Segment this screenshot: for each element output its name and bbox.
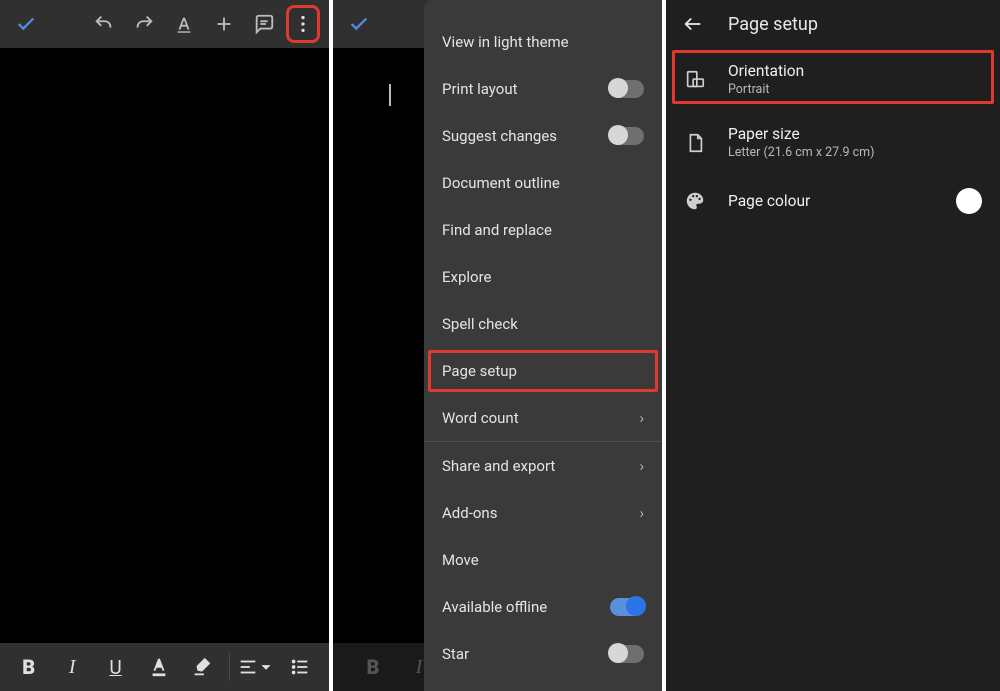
menu-label: Available offline — [442, 598, 547, 616]
insert-icon[interactable] — [206, 6, 242, 42]
menu-share-export[interactable]: Share and export › — [424, 442, 662, 489]
page-colour-texts: Page colour — [728, 192, 934, 210]
menu-label: Word count — [442, 409, 519, 427]
menu-spell-check[interactable]: Spell check — [424, 300, 662, 347]
list-icon[interactable] — [280, 649, 321, 685]
palette-icon — [684, 190, 706, 212]
menu-label: Suggest changes — [442, 127, 557, 145]
page-colour-title: Page colour — [728, 192, 934, 210]
bold-icon[interactable]: B — [8, 649, 49, 685]
align-icon[interactable] — [236, 649, 277, 685]
menu-label: Star — [442, 645, 469, 663]
menu-document-outline[interactable]: Document outline — [424, 159, 662, 206]
undo-icon[interactable] — [86, 6, 122, 42]
menu-suggest-changes[interactable]: Suggest changes — [424, 112, 662, 159]
menu-label: Add-ons — [442, 504, 497, 522]
bold-icon: B — [351, 649, 395, 685]
paper-size-icon — [684, 132, 706, 154]
menu-available-offline[interactable]: Available offline — [424, 583, 662, 630]
toolbar-separator — [229, 653, 230, 681]
toggle-available-offline[interactable] — [610, 598, 644, 616]
menu-view-theme[interactable]: View in light theme — [424, 18, 662, 65]
menu-label: Document outline — [442, 174, 560, 192]
text-format-icon[interactable] — [166, 6, 202, 42]
toggle-suggest-changes[interactable] — [610, 127, 644, 145]
paper-size-value: Letter (21.6 cm x 27.9 cm) — [728, 145, 982, 160]
menu-panel: B I View in light theme Print layout Sug… — [333, 0, 666, 691]
menu-label: Page setup — [442, 362, 517, 380]
menu-label: View in light theme — [442, 33, 569, 51]
menu-label: Find and replace — [442, 221, 552, 239]
page-setup-header: Page setup — [666, 0, 1000, 48]
menu-add-ons[interactable]: Add-ons › — [424, 489, 662, 536]
text-color-icon[interactable] — [138, 649, 179, 685]
menu-star[interactable]: Star — [424, 630, 662, 677]
menu-word-count[interactable]: Word count › — [424, 394, 662, 441]
page-colour-swatch[interactable] — [956, 188, 982, 214]
menu-explore[interactable]: Explore — [424, 253, 662, 300]
underline-icon[interactable]: U — [95, 649, 136, 685]
orientation-icon — [684, 69, 706, 91]
orientation-value: Portrait — [728, 82, 982, 97]
page-colour-row[interactable]: Page colour — [666, 174, 1000, 228]
text-caret — [389, 84, 391, 106]
toggle-star[interactable] — [610, 645, 644, 663]
overflow-menu: View in light theme Print layout Suggest… — [424, 0, 662, 691]
done-check-icon[interactable] — [8, 6, 44, 42]
menu-label: Share and export — [442, 457, 555, 475]
page-setup-title: Page setup — [728, 14, 818, 35]
chevron-right-icon: › — [639, 504, 644, 522]
orientation-row[interactable]: Orientation Portrait — [666, 48, 1000, 111]
menu-move[interactable]: Move — [424, 536, 662, 583]
menu-print-layout[interactable]: Print layout — [424, 65, 662, 112]
italic-icon[interactable]: I — [51, 649, 92, 685]
menu-label: Move — [442, 551, 479, 569]
orientation-title: Orientation — [728, 62, 982, 80]
menu-label: Spell check — [442, 315, 518, 333]
paper-size-texts: Paper size Letter (21.6 cm x 27.9 cm) — [728, 125, 982, 160]
editor-panel: B I U — [0, 0, 333, 691]
menu-label: Explore — [442, 268, 492, 286]
redo-icon[interactable] — [126, 6, 162, 42]
more-menu-icon[interactable] — [286, 5, 320, 43]
back-arrow-icon[interactable] — [682, 13, 704, 35]
document-editor-area[interactable] — [0, 48, 329, 643]
chevron-right-icon: › — [639, 409, 644, 427]
menu-label: Print layout — [442, 80, 518, 98]
highlight-color-icon[interactable] — [182, 649, 223, 685]
comment-icon[interactable] — [246, 6, 282, 42]
menu-page-setup[interactable]: Page setup — [424, 347, 662, 394]
orientation-texts: Orientation Portrait — [728, 62, 982, 97]
paper-size-title: Paper size — [728, 125, 982, 143]
toggle-print-layout[interactable] — [610, 80, 644, 98]
bottom-format-bar: B I U — [0, 643, 329, 691]
paper-size-row[interactable]: Paper size Letter (21.6 cm x 27.9 cm) — [666, 111, 1000, 174]
menu-find-replace[interactable]: Find and replace — [424, 206, 662, 253]
page-setup-panel: Page setup Orientation Portrait Paper si… — [666, 0, 1000, 691]
chevron-right-icon: › — [639, 457, 644, 475]
done-check-icon[interactable] — [341, 6, 377, 42]
top-toolbar — [0, 0, 329, 48]
